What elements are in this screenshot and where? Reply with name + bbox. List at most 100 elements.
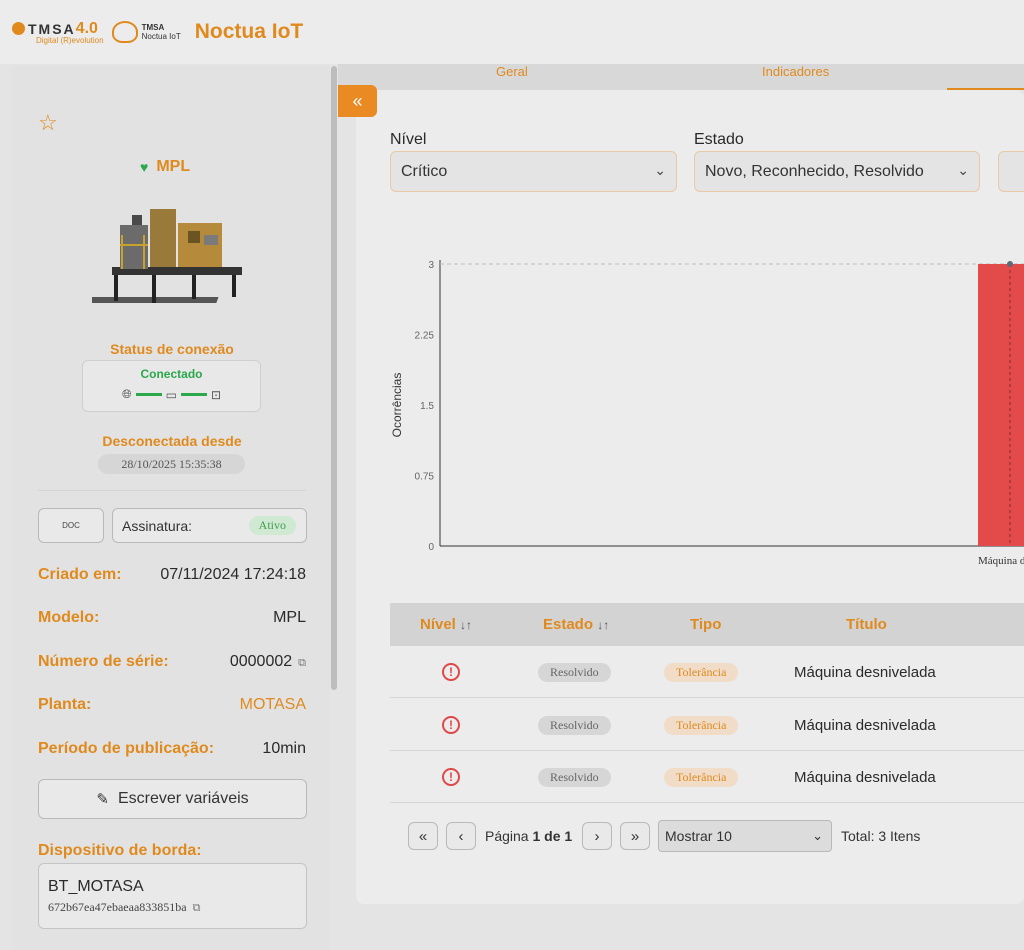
bar-point	[1007, 261, 1013, 267]
info-key: Número de série:	[38, 653, 169, 670]
heart-health-icon: ♥	[140, 159, 149, 175]
y-tick-label: 0.75	[415, 472, 435, 483]
info-value: 10min	[262, 740, 306, 757]
page-indicator: Página 1 de 1	[485, 828, 572, 844]
next-page-button[interactable]: ›	[582, 822, 612, 850]
column-header-type: Tipo	[690, 616, 722, 633]
copy-icon[interactable]: ⧉	[193, 902, 201, 914]
double-chevron-left-icon: «	[352, 90, 363, 111]
connection-status-value: Conectado	[140, 367, 203, 381]
doc-file-icon: DOC	[62, 521, 80, 530]
serial-number-value: 0000002	[229, 653, 293, 670]
tmsa-logo-tagline: Digital (R)evolution	[36, 35, 104, 45]
level-filter-label: Nível	[390, 131, 427, 148]
tmsa-logo-mark	[12, 22, 25, 35]
write-variables-button[interactable]: ✎ Escrever variáveis	[38, 779, 307, 819]
noctua-logo-line2: Noctua IoT	[141, 32, 181, 41]
tab-indicadores[interactable]: Indicadores	[762, 64, 829, 79]
chevron-down-icon: ⌄	[812, 828, 823, 843]
table-row[interactable]: ! Resolvido Tolerância Máquina desnivela…	[390, 699, 1024, 751]
disconnected-since-label: Desconectada desde	[102, 433, 242, 449]
gateway-icon: ▭	[165, 387, 177, 402]
level-filter-select[interactable]: Crítico ⌄	[390, 151, 677, 192]
x-tick-label: Máquina desnivelada	[978, 555, 1024, 567]
chevron-down-icon: ⌄	[957, 162, 969, 178]
tab-geral[interactable]: Geral	[496, 64, 528, 79]
alert-circle-icon: !	[442, 716, 460, 734]
sidebar-scrollbar[interactable]	[331, 66, 337, 690]
state-badge: Resolvido	[538, 662, 611, 682]
state-badge: Resolvido	[538, 767, 611, 787]
signature-label: Assinatura:	[122, 517, 193, 534]
disconnected-since-value: 28/10/2025 15:35:38	[98, 454, 245, 474]
info-value: 07/11/2024 17:24:18	[160, 566, 306, 583]
type-badge: Tolerância	[664, 767, 739, 787]
edge-device-box: BT_MOTASA 672b67ea47ebaeaa833851ba ⧉	[38, 863, 307, 929]
document-button[interactable]: DOC	[38, 508, 104, 543]
y-tick-label: 1.5	[420, 401, 434, 412]
tab-bar: Geral Indicadores	[338, 64, 1024, 90]
table-row[interactable]: ! Resolvido Tolerância Máquina desnivela…	[390, 646, 1024, 698]
noctua-logo-line1: TMSA	[141, 23, 165, 32]
pencil-icon: ✎	[96, 791, 109, 808]
signature-box: Assinatura: Ativo	[112, 508, 307, 543]
page-size-select[interactable]: Mostrar 10 ⌄	[658, 820, 832, 852]
sort-icon: ↓↑	[597, 618, 610, 632]
first-page-button[interactable]: «	[408, 822, 438, 850]
state-filter-value: Novo, Reconhecido, Resolvido	[705, 162, 924, 180]
device-name: ♥ MPL	[140, 158, 190, 176]
column-state-label: Estado	[543, 616, 594, 633]
connection-status-box: Conectado 🌐︎ ▭ ⊡	[82, 360, 261, 412]
total-pages: 1	[564, 828, 573, 844]
last-page-button[interactable]: »	[620, 822, 650, 850]
noctua-logo[interactable]: TMSA Noctua IoT	[111, 21, 181, 43]
edge-device-id: 672b67ea47ebaeaa833851ba ⧉	[48, 900, 297, 915]
column-level-label: Nível	[420, 616, 456, 633]
double-chevron-right-icon: »	[630, 827, 640, 845]
collapse-sidebar-button[interactable]: «	[338, 85, 377, 117]
globe-icon: 🌐︎	[121, 387, 132, 401]
chip-icon: ⊡	[210, 387, 221, 402]
sort-icon: ↓↑	[460, 618, 473, 632]
previous-page-button[interactable]: ‹	[446, 822, 476, 850]
page-of: de	[544, 828, 561, 844]
extra-filter-select[interactable]	[998, 151, 1024, 192]
copy-icon[interactable]: ⧉	[298, 657, 306, 669]
y-tick-label: 0	[428, 542, 434, 553]
chevron-right-icon: ›	[594, 827, 600, 845]
type-badge: Tolerância	[664, 715, 739, 735]
column-header-state[interactable]: Estado ↓↑	[543, 603, 609, 646]
plant-link[interactable]: MOTASA	[240, 696, 306, 714]
favorite-star-icon[interactable]: ☆	[38, 110, 58, 136]
tmsa-logo-brand: TMSA	[28, 20, 76, 37]
state-filter-select[interactable]: Novo, Reconhecido, Resolvido ⌄	[694, 151, 980, 192]
info-key: Modelo:	[38, 609, 100, 626]
type-badge: Tolerância	[664, 662, 739, 682]
y-tick-label: 2.25	[415, 331, 435, 342]
info-model: Modelo: MPL	[38, 609, 306, 627]
page-prefix: Página	[485, 828, 529, 844]
info-plant: Planta: MOTASA	[38, 696, 306, 714]
y-tick-label: 3	[428, 260, 434, 271]
edge-device-name: BT_MOTASA	[48, 878, 144, 895]
top-header: TMSA 4.0 Digital (R)evolution TMSA Noctu…	[0, 0, 1024, 64]
alarm-title: Máquina desnivelada	[794, 716, 936, 734]
total-items: Total: 3 Itens	[841, 828, 921, 844]
info-publish-period: Período de publicação: 10min	[38, 740, 306, 758]
column-header-level[interactable]: Nível ↓↑	[420, 603, 472, 646]
edge-device-id-value: 672b67ea47ebaeaa833851ba	[48, 900, 187, 914]
info-serial-number: Número de série: 0000002 ⧉	[38, 653, 306, 671]
connection-status-label: Status de conexão	[110, 341, 234, 357]
info-key: Planta:	[38, 696, 92, 713]
write-variables-label: Escrever variáveis	[117, 790, 249, 807]
edge-device-label: Dispositivo de borda:	[38, 842, 202, 859]
column-header-title: Título	[846, 616, 887, 633]
info-key: Criado em:	[38, 566, 122, 583]
table-row[interactable]: ! Resolvido Tolerância Máquina desnivela…	[390, 751, 1024, 803]
owl-icon	[111, 21, 138, 43]
alert-circle-icon: !	[442, 663, 460, 681]
info-value: MPL	[273, 609, 306, 626]
tmsa-logo[interactable]: TMSA 4.0 Digital (R)evolution	[12, 20, 104, 45]
alert-circle-icon: !	[442, 768, 460, 786]
sidebar-divider	[38, 490, 306, 491]
